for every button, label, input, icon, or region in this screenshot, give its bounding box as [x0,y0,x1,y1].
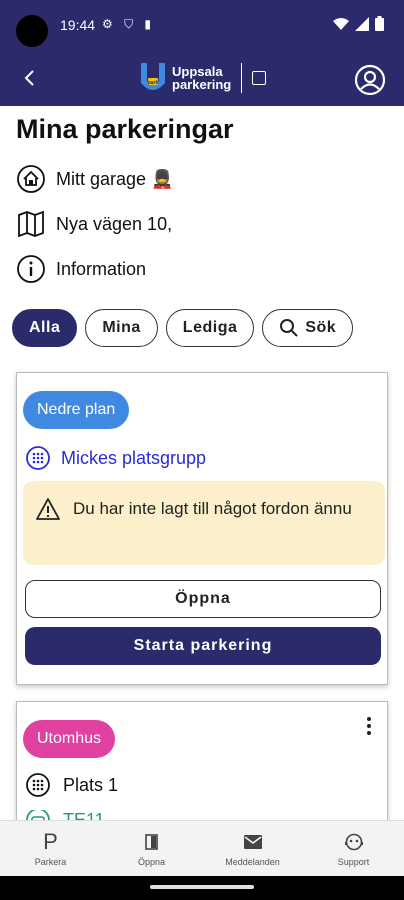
start-parking-button[interactable]: Starta parkering [25,627,381,665]
address-text: Nya vägen 10, [56,213,173,234]
wifi-icon [333,17,349,30]
filter-all[interactable]: Alla [12,309,78,347]
warning-text: Du har inte lagt till något fordon ännu [73,499,352,518]
spot-row[interactable]: Plats 1 [25,772,118,798]
filter-search-label: Sök [305,319,337,336]
filter-mine[interactable]: Mina [85,309,158,347]
info-icon [17,255,45,283]
warning-icon [36,498,60,520]
door-icon [144,831,160,853]
logo-divider [241,63,243,93]
crest-icon [252,71,267,85]
spot-name: Plats 1 [63,774,119,795]
p-icon: P [43,828,58,854]
information-row[interactable]: Information [16,254,146,284]
space-group-name: Mickes platsgrupp [61,447,207,468]
garage-row[interactable]: Mitt garage 💂 [16,164,173,194]
map-icon [18,210,44,238]
page-title: Mina parkeringar [16,114,234,144]
address-row[interactable]: Nya vägen 10, [16,209,172,239]
nav-park-label: Parkera [34,856,67,867]
mail-icon [243,831,263,853]
no-vehicle-warning: Du har inte lagt till något fordon ännu [23,481,385,565]
filter-search[interactable]: Sök [262,309,354,347]
zone-badge: Nedre plan [23,391,130,429]
system-icons [333,16,384,31]
app-header: 19:44 ⚙ ⛉ ▮ park Uppsala parkering [0,0,404,106]
logo-line-2: parkering [172,77,232,92]
notification-icons: ⚙ ⛉ ▮ [102,17,156,31]
parking-card: Nedre plan Mickes platsgrupp Du har inte… [16,372,388,685]
nav-open[interactable]: Öppna [101,821,202,876]
uppsala-parkering-logo: park Uppsala parkering [140,58,267,98]
logo-mark-icon: park [141,63,165,90]
home-indicator[interactable] [150,885,254,889]
account-icon [354,64,386,96]
bottom-navigation: P Parkera Öppna Meddelanden Support [0,820,404,876]
nav-open-label: Öppna [137,856,166,867]
filter-chips: Alla Mina Lediga Sök [12,309,354,347]
nav-messages-label: Meddelanden [225,856,280,867]
information-label: Information [56,258,147,279]
arrow-left-icon [24,70,34,86]
filter-available[interactable]: Lediga [165,309,255,347]
zone-badge: Utomhus [23,720,116,758]
home-icon [17,165,45,193]
camera-cutout [16,15,48,47]
grid-dots-icon [26,773,50,797]
battery-icon [375,16,384,31]
logo-text: Uppsala parkering [172,65,231,91]
nav-support[interactable]: Support [303,821,404,876]
signal-icon [355,16,369,31]
status-bar: 19:44 ⚙ ⛉ ▮ [0,0,404,50]
search-icon [280,319,299,337]
logo-mark-text: park [148,80,159,86]
nav-support-label: Support [337,856,370,867]
nav-messages[interactable]: Meddelanden [202,821,303,876]
nav-park[interactable]: P Parkera [0,821,101,876]
back-button[interactable] [14,62,46,94]
garage-name: Mitt garage 💂 [56,168,174,189]
support-icon [344,831,364,853]
grid-dots-icon [26,446,50,470]
space-group-link[interactable]: Mickes platsgrupp [25,445,206,471]
status-time: 19:44 [60,17,96,33]
profile-button[interactable] [354,64,386,96]
more-options-icon[interactable] [357,712,381,740]
open-button[interactable]: Öppna [25,580,381,618]
